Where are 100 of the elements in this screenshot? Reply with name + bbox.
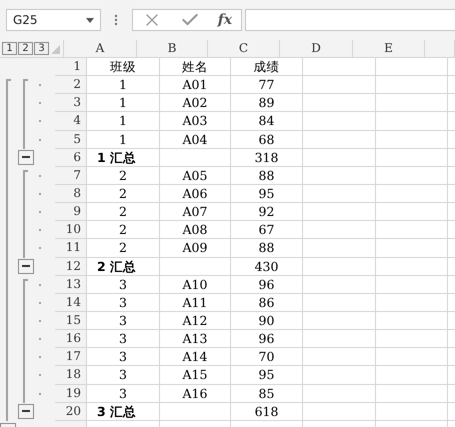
row-header[interactable]: 15 [55,312,87,330]
table-cell: 2 [87,166,160,185]
table-cell: A13 [160,330,231,348]
row-header[interactable]: 3 [55,94,87,112]
row-header[interactable]: 19 [55,384,87,403]
table-cell [376,203,448,222]
table-cell: 3 [87,294,160,312]
row-header[interactable]: 17 [55,348,87,366]
row-header[interactable]: 6 [55,148,87,167]
table-cell: 2 [87,203,160,222]
row-header[interactable]: 13 [55,276,87,294]
table-cell: 3 汇总 [87,402,160,421]
table-cell: 2 [87,239,160,258]
column-header[interactable]: D [280,40,353,57]
row-header[interactable]: 16 [55,330,87,348]
table-cell [376,184,448,204]
table-cell: 成绩 [231,58,303,76]
table-cell: 318 [231,148,303,167]
table-cell: 3 [87,276,160,294]
table-cell: A01 [160,76,231,94]
table-cell [376,366,448,385]
table-cell [376,239,448,258]
table-cell [376,312,448,330]
table-cell: 1 [87,130,160,149]
table-cell: 1 汇总 [87,148,160,167]
table-cell: A10 [160,276,231,294]
table-cell: 95 [231,184,303,204]
table-cell: 86 [231,294,303,312]
row-header[interactable]: 1 [55,58,87,76]
cell-reference: G25 [13,13,38,27]
table-cell: 90 [231,312,303,330]
table-cell: A05 [160,166,231,185]
table-cell: A16 [160,384,231,403]
table-cell: A02 [160,94,231,112]
table-cell: 77 [231,76,303,94]
outline-level-button[interactable]: 3 [34,42,49,55]
table-cell: A03 [160,112,231,131]
table-cell: 2 [87,184,160,204]
row-header[interactable]: 7 [55,166,87,185]
table-cell [160,258,231,276]
table-cell [160,148,231,167]
column-header[interactable]: B [137,40,208,57]
row-header[interactable]: 11 [55,239,87,258]
table-cell: A08 [160,221,231,240]
table-cell: 89 [231,94,303,112]
table-cell: 3 [87,330,160,348]
table-cell [376,112,448,131]
row-header[interactable]: 4 [55,112,87,131]
formula-input-field[interactable] [245,9,455,31]
column-header[interactable]: E [353,40,425,57]
row-header[interactable]: 2 [55,76,87,94]
collapse-button[interactable] [18,150,34,165]
table-cell: 430 [231,258,303,276]
table-cell [376,402,448,421]
table-cell [376,276,448,294]
row-header[interactable]: 5 [55,130,87,149]
table-cell: 班级 [87,58,160,76]
row-header[interactable]: 9 [55,203,87,222]
dropdown-caret-icon[interactable] [86,18,94,22]
table-cell: 3 [87,384,160,403]
table-cell: 95 [231,366,303,385]
column-header[interactable]: C [208,40,280,57]
row-header[interactable]: 12 [55,258,87,276]
table-cell: A04 [160,130,231,149]
table-cell: 96 [231,276,303,294]
table-cell: A15 [160,366,231,385]
table-cell [376,148,448,167]
row-header[interactable]: 10 [55,221,87,240]
table-cell: 姓名 [160,58,231,76]
name-box[interactable]: G25 [6,9,101,31]
outline-level-button[interactable]: 2 [18,42,33,55]
outline-level-button[interactable]: 1 [2,42,17,55]
table-cell: A09 [160,239,231,258]
collapse-button[interactable] [18,258,34,274]
table-cell [376,94,448,112]
table-cell: 88 [231,166,303,185]
more-options-icon[interactable] [114,14,118,26]
table-cell: 85 [231,384,303,403]
row-header[interactable]: 18 [55,366,87,385]
row-header[interactable]: 20 [55,402,87,421]
table-cell: A14 [160,348,231,366]
table-cell [376,258,448,276]
table-cell: 618 [231,402,303,421]
insert-function-button[interactable]: fx [218,12,232,28]
table-cell [376,221,448,240]
table-cell: 3 [87,348,160,366]
table-cell [376,294,448,312]
table-cell [376,76,448,94]
row-header[interactable]: 14 [55,294,87,312]
table-cell: 3 [87,366,160,385]
table-cell: 1 [87,94,160,112]
table-cell: 70 [231,348,303,366]
table-cell [376,330,448,348]
column-header[interactable]: A [64,40,137,57]
collapse-button[interactable] [18,404,34,419]
table-cell [376,348,448,366]
table-cell: 1 [87,112,160,131]
row-header[interactable]: 8 [55,184,87,204]
table-cell: 2 [87,221,160,240]
table-cell: 96 [231,330,303,348]
